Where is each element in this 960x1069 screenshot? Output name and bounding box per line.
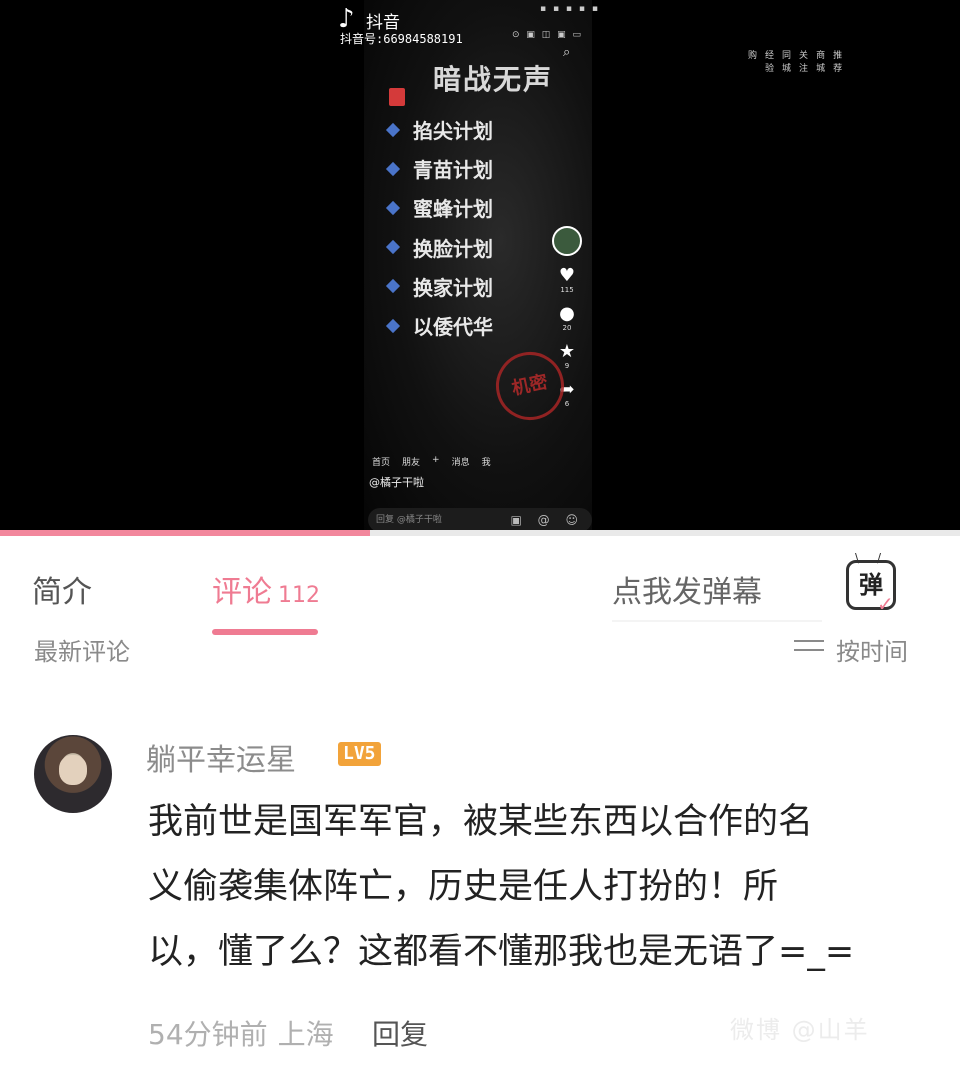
check-icon: ✓: [877, 592, 894, 616]
plan-item: 以倭代华: [385, 306, 493, 345]
video-progress-fill: [0, 530, 370, 536]
plan-label: 掐尖计划: [413, 119, 493, 144]
avatar-face: [59, 755, 87, 785]
diamond-bullet-icon: [385, 122, 401, 137]
reply-placeholder: 回复 @橘子干啦: [376, 515, 442, 525]
plan-item: 掐尖计划: [385, 110, 493, 149]
plan-item: 换家计划: [385, 267, 493, 306]
plan-item: 蜜蜂计划: [385, 188, 493, 227]
video-nav-item: 朋友: [402, 458, 421, 468]
video-reply-bar: 回复 @橘子干啦 ▣ @ ☺: [368, 508, 592, 532]
video-nav-item: 我: [481, 458, 491, 468]
comment-location: 上海: [277, 1018, 334, 1051]
comment-timestamp: 54分钟前: [148, 1018, 268, 1051]
video-tab: 经验: [765, 51, 775, 74]
tab-intro[interactable]: 简介: [32, 567, 92, 611]
video-player[interactable]: 购 经验 同城 关注 商城 推荐 ⌕ ♪ 抖音 抖音号:66984588191 …: [0, 0, 960, 533]
plan-item: 青苗计划: [385, 149, 493, 188]
sort-lines-icon[interactable]: [794, 640, 824, 658]
watermark: 微博 @山羊: [730, 1016, 870, 1044]
danmaku-input[interactable]: 点我发弹幕: [612, 567, 762, 611]
diamond-bullet-icon: [385, 279, 401, 294]
star-icon: ★: [558, 341, 576, 362]
video-author: @橘子干啦: [369, 476, 424, 489]
plan-label: 蜜蜂计划: [413, 197, 493, 222]
diamond-bullet-icon: [385, 318, 401, 333]
reply-button[interactable]: 回复: [372, 1013, 428, 1053]
video-bottom-nav: 首页 朋友 + 消息 我: [372, 455, 491, 468]
comment-count: 20: [562, 324, 572, 332]
douyin-id: 抖音号:66984588191: [340, 32, 463, 46]
video-tab: 购: [748, 51, 758, 61]
like-count: 115: [560, 286, 574, 294]
comment-meta: 54分钟前 上海: [148, 1013, 334, 1053]
level-badge: LV5: [338, 742, 381, 766]
video-tab: 关注: [799, 51, 809, 74]
plan-label: 青苗计划: [413, 158, 493, 183]
comment-line: 义偷袭集体阵亡，历史是任人打扮的！所: [148, 867, 779, 907]
tab-comments-count: 112: [278, 583, 320, 608]
diamond-bullet-icon: [385, 161, 401, 176]
comment-username[interactable]: 躺平幸运星: [146, 735, 296, 779]
video-title: 暗战无声: [433, 63, 554, 96]
comment-text: 我前世是国军军官，被某些东西以合作的名 义偷袭集体阵亡，历史是任人打扮的！所 以…: [148, 790, 938, 985]
comment-line: 我前世是国军军官，被某些东西以合作的名: [148, 802, 814, 842]
video-search-icon: ⌕: [563, 45, 571, 60]
plan-item: 换脸计划: [385, 228, 493, 267]
danmaku-input-underline: [612, 620, 822, 622]
video-tab: 同城: [782, 51, 792, 74]
video-nav-item: 消息: [451, 458, 470, 468]
tab-comments[interactable]: 评论 112: [212, 567, 320, 611]
diamond-bullet-icon: [385, 200, 401, 216]
video-tab: 商城: [816, 51, 826, 74]
phone-status-icons-row2: ⊙ ▣ ◫ ▣ ▭: [512, 30, 583, 40]
video-top-tabs: 购 经验 同城 关注 商城 推荐: [748, 48, 842, 74]
reply-bar-icons: ▣ @ ☺: [510, 513, 584, 527]
sort-by-time-button[interactable]: 按时间: [836, 632, 908, 667]
video-nav-item: +: [432, 455, 440, 465]
heart-icon: ♥: [558, 265, 576, 286]
sort-section-title: 最新评论: [34, 638, 130, 666]
plan-label: 换脸计划: [413, 236, 493, 261]
plan-list: 掐尖计划 青苗计划 蜜蜂计划 换脸计划 换家计划 以倭代华: [385, 110, 493, 345]
tab-active-indicator: [212, 629, 318, 635]
tab-comments-label: 评论: [212, 575, 272, 610]
creator-avatar: [552, 226, 582, 256]
red-tag-icon: [389, 88, 405, 106]
avatar[interactable]: [34, 735, 112, 813]
comment-line: 以，懂了么？这都看不懂那我也是无语了=_=: [148, 932, 855, 972]
video-nav-item: 首页: [372, 458, 391, 468]
video-tab: 推荐: [833, 51, 843, 74]
comment-bubble-icon: ●: [559, 303, 575, 324]
phone-status-icons: ▪ ▪ ▪ ▪ ▪: [540, 4, 600, 14]
video-progress-bar[interactable]: [0, 530, 960, 536]
plan-label: 以倭代华: [413, 315, 493, 340]
diamond-bullet-icon: [385, 240, 401, 255]
plan-label: 换家计划: [413, 275, 493, 300]
